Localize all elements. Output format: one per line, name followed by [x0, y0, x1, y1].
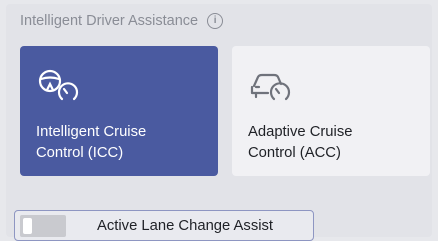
active-lane-change-assist-row[interactable]: Active Lane Change Assist: [14, 210, 314, 241]
car-speedometer-icon: [250, 73, 291, 101]
toggle-knob: [23, 218, 32, 234]
acc-option-card[interactable]: Adaptive Cruise Control (ACC): [232, 46, 430, 176]
active-lane-change-assist-label: Active Lane Change Assist: [97, 218, 274, 234]
info-icon[interactable]: i: [207, 13, 224, 29]
acc-label: Adaptive Cruise Control (ACC): [248, 124, 353, 161]
icc-label: Intelligent Cruise Control (ICC): [36, 124, 147, 161]
steering-wheel-speedometer-icon: [38, 69, 79, 101]
icc-option-card[interactable]: Intelligent Cruise Control (ICC): [20, 46, 218, 176]
section-title: Intelligent Driver Assistance: [20, 13, 199, 29]
section-header: Intelligent Driver Assistance i: [20, 11, 224, 31]
lane-change-toggle-switch[interactable]: [20, 215, 66, 237]
